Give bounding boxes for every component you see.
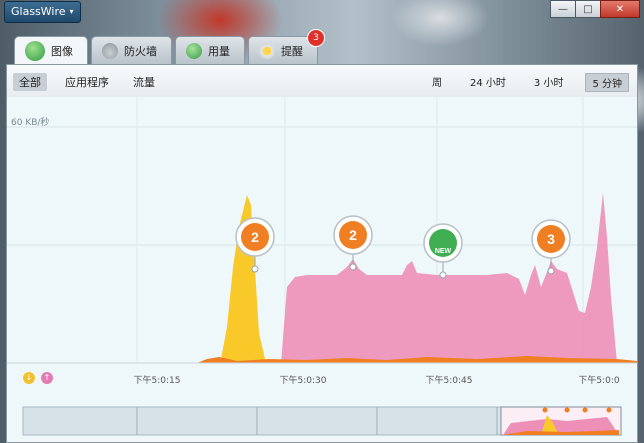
graph-icon bbox=[25, 41, 45, 61]
tab-usage[interactable]: 用量 bbox=[175, 36, 245, 64]
minimize-button[interactable]: — bbox=[550, 0, 576, 18]
time-tick-label: 下午5:0:0 bbox=[578, 374, 620, 386]
graph-filter-bar: 全部 应用程序 流量 周 24 小时 3 小时 5 分钟 bbox=[7, 65, 637, 98]
marker-anchor bbox=[349, 263, 357, 271]
range-week[interactable]: 周 bbox=[426, 73, 448, 92]
tab-firewall[interactable]: 防火墙 bbox=[91, 36, 172, 64]
filter-apps[interactable]: 应用程序 bbox=[59, 73, 115, 91]
usage-icon bbox=[186, 42, 202, 59]
main-tabs: 图像 防火墙 用量 提醒 3 bbox=[14, 29, 325, 65]
marker-label: 2 bbox=[251, 229, 259, 245]
range-5min[interactable]: 5 分钟 bbox=[585, 73, 629, 92]
filter-all[interactable]: 全部 bbox=[13, 73, 47, 91]
view-filters: 全部 应用程序 流量 bbox=[13, 73, 161, 91]
overview-event-dot bbox=[564, 407, 570, 413]
marker-label: NEW bbox=[435, 248, 452, 255]
tab-graph[interactable]: 图像 bbox=[14, 36, 88, 65]
overview-event-dot bbox=[582, 407, 588, 413]
filter-traffic[interactable]: 流量 bbox=[127, 73, 161, 91]
tab-label: 用量 bbox=[208, 44, 230, 58]
tab-alerts[interactable]: 提醒 3 bbox=[248, 29, 325, 64]
marker-anchor bbox=[251, 265, 259, 273]
close-button[interactable]: ✕ bbox=[600, 0, 640, 18]
app-panel: 全部 应用程序 流量 周 24 小时 3 小时 5 分钟 60 KB/秒 22N… bbox=[6, 64, 638, 443]
traffic-graph[interactable]: 60 KB/秒 2 2 NEW 3 下午5:0:15 下午5:0:30 下午5:0:45 下午… bbox=[7, 97, 637, 439]
marker-anchor bbox=[439, 271, 447, 279]
marker-label: 2 bbox=[349, 227, 357, 243]
brand-label: GlassWire bbox=[11, 5, 66, 18]
marker-anchor bbox=[547, 267, 555, 275]
range-24h[interactable]: 24 小时 bbox=[464, 73, 512, 92]
legend: ↓ ↑ bbox=[23, 372, 53, 384]
tab-label: 防火墙 bbox=[124, 44, 157, 58]
overview-event-dot bbox=[542, 407, 548, 413]
outgoing-area bbox=[281, 193, 617, 363]
outgoing-legend-icon[interactable]: ↑ bbox=[41, 372, 53, 384]
window-controls: — □ ✕ bbox=[550, 0, 640, 18]
tab-label: 提醒 bbox=[281, 44, 303, 58]
traffic-chart-svg: 2 2 NEW 3 下午5:0:15 下午5:0:30 下午5:0:45 下午5:0:0 bbox=[7, 97, 637, 436]
time-range-selector: 周 24 小时 3 小时 5 分钟 bbox=[426, 73, 629, 92]
chevron-down-icon: ▾ bbox=[69, 7, 74, 16]
glasswire-menu-button[interactable]: GlassWire ▾ bbox=[4, 1, 81, 23]
overview-event-dot bbox=[606, 407, 612, 413]
alert-count-badge: 3 bbox=[307, 29, 325, 47]
tab-label: 图像 bbox=[51, 45, 73, 58]
incoming-legend-icon[interactable]: ↓ bbox=[23, 372, 35, 384]
range-3h[interactable]: 3 小时 bbox=[528, 73, 570, 92]
bulb-icon bbox=[259, 42, 275, 59]
time-tick-label: 下午5:0:45 bbox=[426, 374, 473, 386]
marker-label: 3 bbox=[547, 231, 555, 247]
maximize-button[interactable]: □ bbox=[575, 0, 601, 18]
flame-icon bbox=[102, 42, 118, 59]
time-tick-label: 下午5:0:30 bbox=[280, 374, 327, 386]
time-tick-label: 下午5:0:15 bbox=[134, 374, 181, 386]
